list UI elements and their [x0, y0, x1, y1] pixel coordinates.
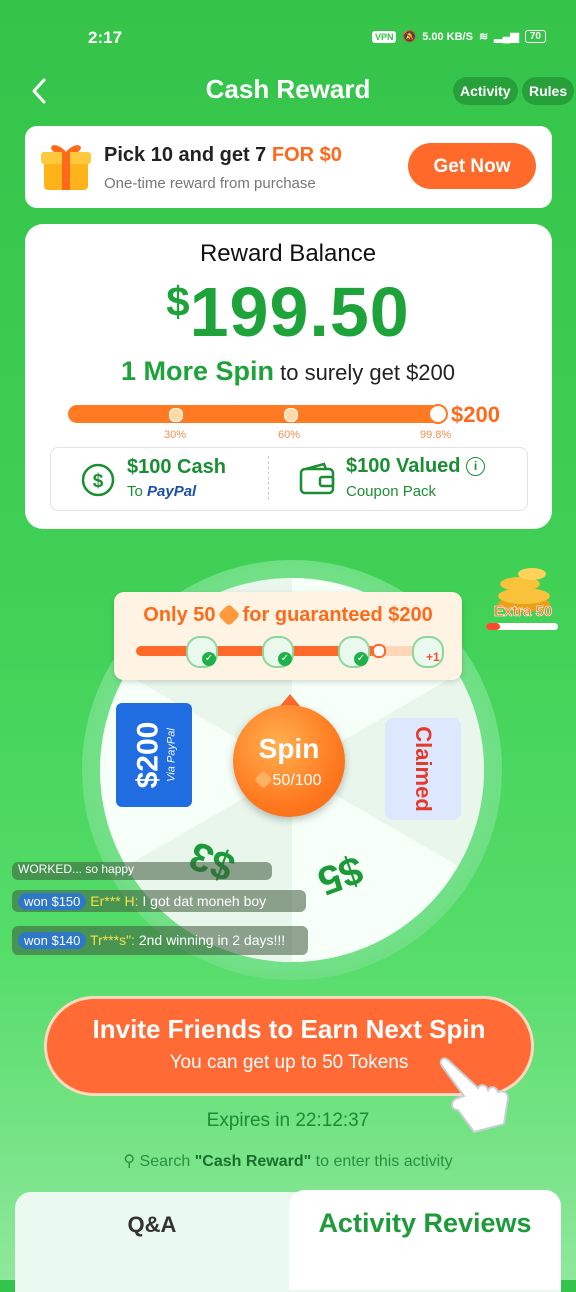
extra-50-label: Extra 50: [493, 603, 553, 621]
invite-title: Invite Friends to Earn Next Spin: [92, 1014, 486, 1044]
promo-title-highlight: FOR $0: [271, 144, 342, 166]
guarantee-node-icon: ✓: [186, 636, 218, 668]
milestone-check-icon: [284, 408, 298, 422]
guarantee-current-marker: [372, 644, 386, 658]
options-divider: [268, 456, 269, 500]
promo-subtitle: One-time reward from purchase: [104, 175, 316, 192]
status-icons: VPN 🔕 5.00 KB/S ≋ ▂▄▆ 70: [371, 30, 546, 43]
net-speed: 5.00 KB/S: [422, 30, 473, 43]
extra-progress-fill: [486, 623, 500, 630]
won-badge: won $150: [18, 893, 87, 910]
dollar-circle-icon: $: [81, 463, 115, 497]
guarantee-node-icon: ✓: [338, 636, 370, 668]
guarantee-node-icon: ✓: [262, 636, 294, 668]
progress-goal: $200: [451, 402, 500, 427]
cash-option-to: To: [127, 483, 148, 500]
expires-timer: Expires in 22:12:37: [206, 1110, 370, 1131]
guarantee-prefix: Only 50: [143, 604, 222, 626]
check-icon: ✓: [354, 652, 368, 666]
feed-message: 2nd winning in 2 days!!!: [134, 932, 286, 948]
milestone-label: 60%: [278, 429, 301, 441]
gift-box-icon: [41, 145, 91, 190]
vpn-icon: VPN: [371, 30, 397, 43]
feed-item-partial: WORKED... so happy: [12, 862, 272, 880]
promo-title: Pick 10 and get 7 FOR $0: [104, 144, 342, 167]
cash-option-sub: To PayPal: [127, 483, 196, 500]
search-hint-keyword: "Cash Reward": [194, 1153, 312, 1170]
tab-active-bg: [289, 1190, 561, 1290]
signal-icon: ▂▄▆: [494, 31, 519, 43]
reward-balance-title: Reward Balance: [199, 240, 377, 267]
info-icon[interactable]: i: [466, 457, 486, 476]
rules-button[interactable]: Rules: [522, 77, 575, 105]
reward-progress-bar: [68, 405, 446, 423]
tab-activity-reviews[interactable]: Activity Reviews: [289, 1208, 561, 1239]
wifi-icon: ≋: [478, 31, 489, 43]
feed-message: I got dat moneh boy: [138, 893, 267, 909]
paypal-prize-amount: $200: [131, 721, 164, 789]
won-badge: won $140: [18, 932, 87, 949]
paypal-brand: PayPal: [147, 483, 197, 500]
coupon-option-title: $100 Valued i: [346, 455, 486, 478]
milestone-label: 30%: [164, 429, 187, 441]
spin-label: Spin: [258, 733, 320, 764]
search-hint: ⚲ Search "Cash Reward" to enter this act…: [0, 1151, 576, 1171]
paypal-prize-label: $200 Via PayPal: [116, 703, 192, 807]
promo-title-text: Pick 10 and get 7: [104, 144, 272, 166]
milestone-check-icon: [169, 408, 183, 422]
search-hint-prefix: Search: [139, 1153, 195, 1170]
spin-token-count: 50/100: [233, 770, 345, 790]
feed-item: won $150 Er*** H: I got dat moneh boy: [12, 890, 306, 912]
search-icon: ⚲: [123, 1153, 136, 1170]
guarantee-text: Only 50 for guaranteed $200: [114, 603, 462, 627]
reward-balance-amount: $199.50: [0, 272, 576, 352]
balance-value: 199.50: [189, 273, 410, 351]
coupon-option-title-text: $100 Valued: [346, 455, 461, 477]
spin-count-value: 50/100: [272, 772, 322, 789]
feed-user: Tr***s":: [90, 932, 135, 948]
milestone-label: 99.8%: [420, 429, 452, 441]
more-spin-text: 1 More Spin to surely get $200: [0, 356, 576, 387]
token-icon: [253, 770, 273, 789]
coin-stack-icon[interactable]: [484, 560, 562, 632]
svg-text:$: $: [93, 471, 104, 492]
check-icon: ✓: [278, 652, 292, 666]
search-hint-suffix: to enter this activity: [311, 1153, 453, 1170]
more-spin-highlight: 1 More Spin: [120, 356, 274, 386]
get-now-button[interactable]: Get Now: [408, 143, 536, 189]
currency-symbol: $: [166, 278, 190, 325]
paypal-prize-via: Via PayPal: [165, 728, 177, 782]
coupon-option-sub: Coupon Pack: [346, 483, 437, 500]
feed-item: won $140 Tr***s": 2nd winning in 2 days!…: [12, 926, 308, 955]
guarantee-end-label: +1: [426, 650, 440, 664]
guarantee-final-node-icon: +1: [412, 636, 444, 668]
feed-user: Er*** H:: [90, 893, 139, 909]
claimed-text: Claimed: [411, 726, 436, 812]
guarantee-suffix: for guaranteed $200: [237, 604, 433, 626]
battery-icon: 70: [524, 30, 546, 43]
cash-option-title: $100 Cash: [127, 456, 226, 478]
check-icon: ✓: [202, 652, 216, 666]
activity-button[interactable]: Activity: [453, 77, 518, 105]
mute-icon: 🔕: [402, 31, 417, 43]
claimed-label: Claimed: [385, 718, 461, 820]
coupon-wallet-icon: [299, 462, 335, 495]
more-spin-rest: to surely get $200: [274, 360, 456, 385]
progress-end-marker: [428, 404, 448, 424]
status-time: 2:17: [88, 28, 123, 47]
tab-qa[interactable]: Q&A: [15, 1212, 289, 1238]
